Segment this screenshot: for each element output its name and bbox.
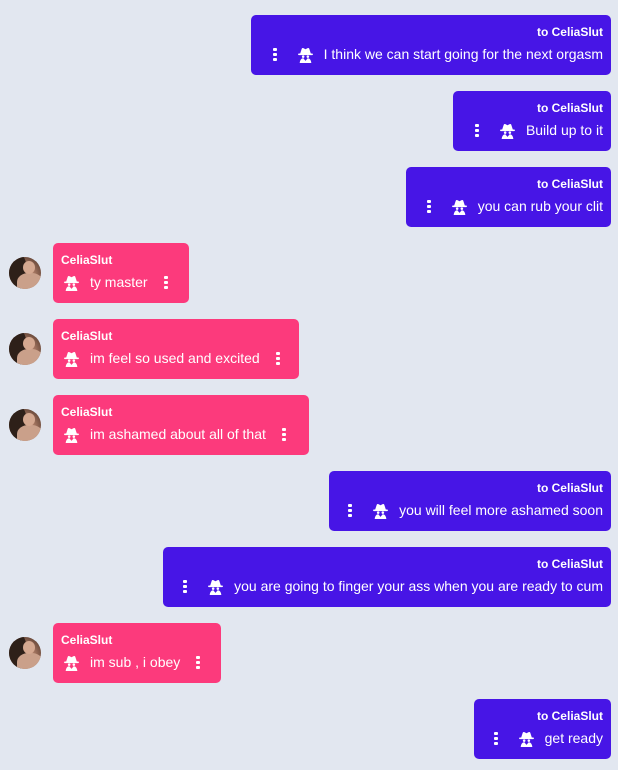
spy-icon bbox=[518, 731, 534, 747]
message-recipient: to CeliaSlut bbox=[536, 101, 603, 115]
message-options-icon[interactable] bbox=[272, 47, 277, 61]
message-options-icon[interactable] bbox=[348, 503, 353, 517]
message-row: to CeliaSlut get ready bbox=[0, 699, 618, 759]
outgoing-message-bubble: to CeliaSlut I think we can start going … bbox=[251, 15, 611, 75]
message-line: im ashamed about all of that bbox=[63, 425, 286, 443]
message-recipient: to CeliaSlut bbox=[536, 25, 603, 39]
message-text: you are going to finger your ass when yo… bbox=[234, 578, 603, 594]
message-line: I think we can start going for the next … bbox=[272, 45, 603, 63]
spy-icon bbox=[208, 579, 224, 595]
message-options-icon[interactable] bbox=[281, 427, 286, 441]
message-line: get ready bbox=[493, 729, 603, 747]
message-row: to CeliaSlut you are going to finger you… bbox=[0, 547, 618, 607]
incoming-message-bubble: CeliaSlut im ashamed about all of that bbox=[53, 395, 309, 455]
message-row: to CeliaSlut I think we can start going … bbox=[0, 15, 618, 75]
message-text: get ready bbox=[544, 730, 603, 746]
message-options-icon[interactable] bbox=[183, 579, 188, 593]
message-options-icon[interactable] bbox=[163, 275, 168, 289]
incoming-message-bubble: CeliaSlut im feel so used and excited bbox=[53, 319, 299, 379]
message-options-icon[interactable] bbox=[275, 351, 280, 365]
outgoing-message-bubble: to CeliaSlut you are going to finger you… bbox=[163, 547, 611, 607]
message-options-icon[interactable] bbox=[196, 655, 201, 669]
message-text: Build up to it bbox=[525, 122, 603, 138]
spy-icon bbox=[64, 275, 79, 291]
message-sender: CeliaSlut bbox=[61, 633, 113, 647]
message-row: to CeliaSlut you will feel more ashamed … bbox=[0, 471, 618, 531]
message-line: you will feel more ashamed soon bbox=[348, 501, 603, 519]
message-line: you can rub your clit bbox=[426, 197, 603, 215]
message-row: to CeliaSlut you can rub your clit bbox=[0, 167, 618, 227]
message-line: Build up to it bbox=[474, 121, 603, 139]
message-text: ty master bbox=[90, 274, 148, 290]
spy-icon bbox=[64, 351, 79, 367]
message-sender: CeliaSlut bbox=[61, 253, 113, 267]
message-line: im feel so used and excited bbox=[63, 349, 280, 367]
message-options-icon[interactable] bbox=[426, 199, 431, 213]
outgoing-message-bubble: to CeliaSlut you can rub your clit bbox=[406, 167, 611, 227]
message-text: you can rub your clit bbox=[477, 198, 603, 214]
avatar[interactable] bbox=[9, 409, 41, 441]
chat-log: to CeliaSlut I think we can start going … bbox=[0, 0, 618, 770]
message-sender: CeliaSlut bbox=[61, 405, 113, 419]
message-row: CeliaSlut im feel so used and excited bbox=[0, 319, 618, 379]
avatar[interactable] bbox=[9, 637, 41, 669]
spy-icon bbox=[373, 503, 389, 519]
message-options-icon[interactable] bbox=[493, 731, 498, 745]
spy-icon bbox=[64, 655, 79, 671]
incoming-message-bubble: CeliaSlut im sub , i obey bbox=[53, 623, 221, 683]
message-recipient: to CeliaSlut bbox=[536, 709, 603, 723]
outgoing-message-bubble: to CeliaSlut get ready bbox=[474, 699, 611, 759]
message-text: you will feel more ashamed soon bbox=[399, 502, 603, 518]
message-options-icon[interactable] bbox=[474, 123, 479, 137]
message-line: you are going to finger your ass when yo… bbox=[183, 577, 603, 595]
message-line: ty master bbox=[63, 273, 168, 291]
message-text: im feel so used and excited bbox=[90, 350, 260, 366]
message-sender: CeliaSlut bbox=[61, 329, 113, 343]
spy-icon bbox=[500, 123, 515, 139]
spy-icon bbox=[451, 199, 467, 215]
outgoing-message-bubble: to CeliaSlut Build up to it bbox=[453, 91, 611, 151]
message-row: CeliaSlut ty master bbox=[0, 243, 618, 303]
message-row: to CeliaSlut Build up to it bbox=[0, 91, 618, 151]
message-text: I think we can start going for the next … bbox=[323, 46, 603, 62]
spy-icon bbox=[64, 427, 79, 443]
message-row: CeliaSlut im sub , i obey bbox=[0, 623, 618, 683]
message-recipient: to CeliaSlut bbox=[536, 481, 603, 495]
message-recipient: to CeliaSlut bbox=[536, 557, 603, 571]
message-row: CeliaSlut im ashamed about all of that bbox=[0, 395, 618, 455]
avatar[interactable] bbox=[9, 257, 41, 289]
message-line: im sub , i obey bbox=[63, 653, 201, 671]
message-text: im sub , i obey bbox=[90, 654, 181, 670]
outgoing-message-bubble: to CeliaSlut you will feel more ashamed … bbox=[329, 471, 611, 531]
avatar[interactable] bbox=[9, 333, 41, 365]
message-recipient: to CeliaSlut bbox=[536, 177, 603, 191]
spy-icon bbox=[297, 47, 313, 63]
incoming-message-bubble: CeliaSlut ty master bbox=[53, 243, 189, 303]
message-text: im ashamed about all of that bbox=[90, 426, 266, 442]
